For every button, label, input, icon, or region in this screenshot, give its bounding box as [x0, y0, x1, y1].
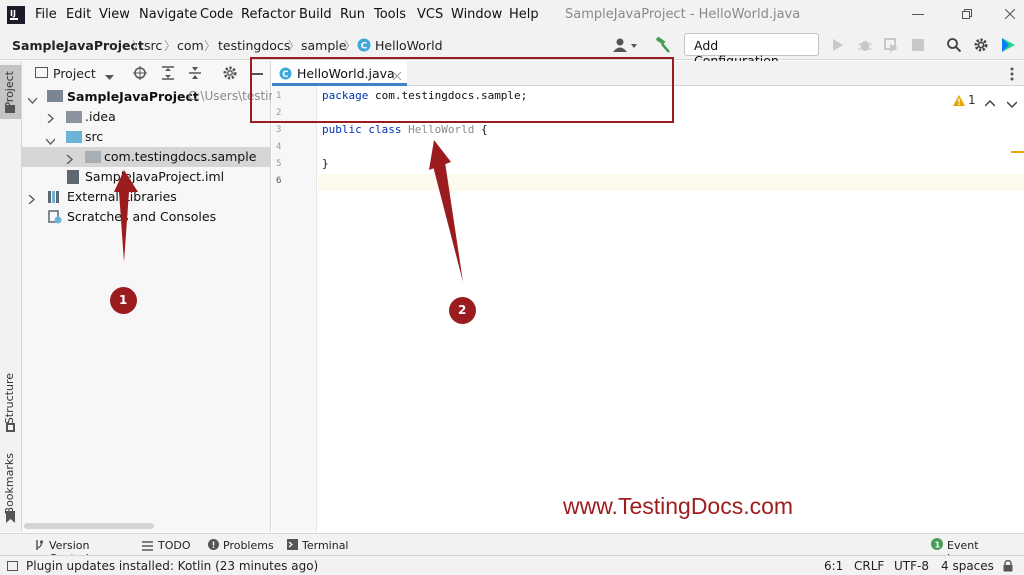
status-bar: Plugin updates installed: Kotlin (23 min… — [0, 555, 1024, 575]
caret-position[interactable]: 6:1 — [824, 559, 843, 573]
event-log-tab[interactable]: 1 Event Log — [931, 534, 1001, 565]
svg-text:1: 1 — [935, 541, 941, 550]
version-control-tab[interactable]: Version Control — [34, 534, 126, 565]
line-separator[interactable]: CRLF — [854, 559, 884, 573]
terminal-icon — [287, 539, 298, 550]
list-icon — [142, 540, 153, 551]
watermark: www.TestingDocs.com — [563, 493, 794, 519]
problems-label: Problems — [223, 539, 274, 552]
tool-window-bar: Version Control TODO Problems Terminal 1… — [0, 533, 1024, 565]
todo-tab[interactable]: TODO — [142, 534, 192, 556]
terminal-tab[interactable]: Terminal — [287, 534, 349, 556]
terminal-label: Terminal — [302, 539, 349, 552]
branch-icon — [34, 539, 44, 551]
annotation-marker-2: 2 — [449, 297, 476, 324]
annotation-arrow-1 — [114, 170, 138, 262]
annotation-arrows — [114, 140, 463, 282]
annotation-arrow-2 — [429, 140, 463, 282]
status-widget-icon[interactable] — [7, 561, 18, 571]
todo-label: TODO — [158, 539, 191, 552]
lock-icon[interactable] — [1003, 559, 1013, 572]
annotation-marker-1: 1 — [110, 287, 137, 314]
indent-setting[interactable]: 4 spaces — [941, 559, 994, 573]
status-message[interactable]: Plugin updates installed: Kotlin (23 min… — [26, 559, 318, 573]
annotation-marker-1-label: 1 — [119, 293, 128, 307]
event-log-icon: 1 — [931, 538, 943, 550]
problems-tab[interactable]: Problems — [208, 534, 274, 556]
problems-icon — [208, 539, 219, 550]
annotation-marker-2-label: 2 — [458, 303, 467, 317]
file-encoding[interactable]: UTF-8 — [894, 559, 929, 573]
